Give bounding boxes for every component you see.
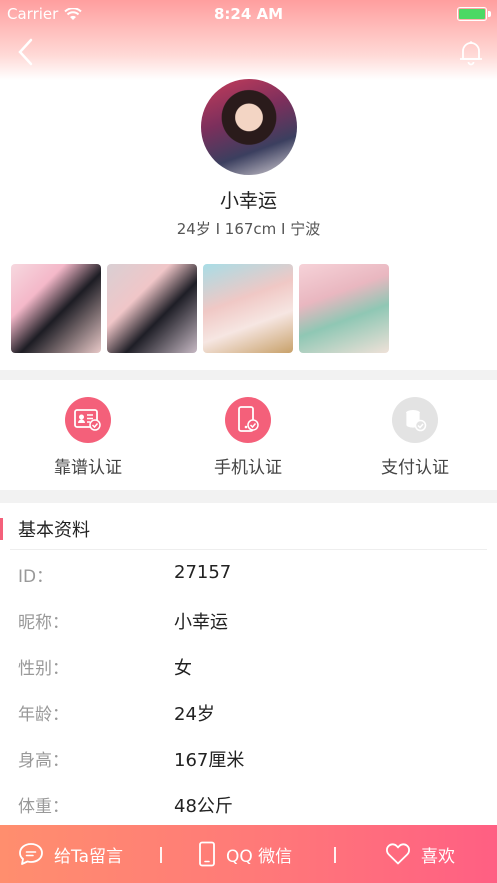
info-row-height: 身高： 167厘米 xyxy=(0,744,497,774)
info-value: 27157 xyxy=(174,562,232,583)
cert-label: 靠谱认证 xyxy=(54,458,122,478)
bell-icon xyxy=(460,41,482,66)
cert-reliable[interactable]: 靠谱认证 xyxy=(28,397,148,478)
gallery-photo[interactable] xyxy=(107,264,197,353)
avatar[interactable] xyxy=(201,79,297,175)
action-bar: 给Ta留言 QQ 微信 喜欢 xyxy=(0,825,497,883)
leave-message-button[interactable]: 给Ta留言 xyxy=(18,825,123,883)
cert-label: 手机认证 xyxy=(214,458,282,478)
certification-section: 靠谱认证 手机认证 支付认证 xyxy=(0,380,497,490)
info-label: 身高： xyxy=(18,751,69,771)
info-row-id: ID： 27157 xyxy=(0,560,497,590)
info-label: 年龄： xyxy=(18,705,69,725)
info-row-weight: 体重： 48公斤 xyxy=(0,790,497,820)
section-accent-bar xyxy=(0,518,3,540)
basic-info-section: 基本资料 ID： 27157 昵称： 小幸运 性别： 女 年龄： 24岁 身高：… xyxy=(0,503,497,833)
chevron-left-icon xyxy=(18,38,33,66)
coin-stack-check-icon xyxy=(392,397,438,443)
leave-message-label: 给Ta留言 xyxy=(54,846,123,867)
divider xyxy=(10,549,487,550)
phone-icon xyxy=(199,841,215,867)
separator xyxy=(160,847,162,863)
back-button[interactable] xyxy=(14,36,40,68)
cert-phone[interactable]: 手机认证 xyxy=(188,397,308,478)
info-value: 24岁 xyxy=(174,704,215,725)
photo-gallery xyxy=(11,264,389,353)
like-button[interactable]: 喜欢 xyxy=(385,825,455,883)
like-label: 喜欢 xyxy=(421,846,455,867)
info-label: 昵称： xyxy=(18,613,69,633)
qq-wechat-label: QQ 微信 xyxy=(226,846,293,867)
info-row-gender: 性别： 女 xyxy=(0,652,497,682)
info-value: 女 xyxy=(174,658,192,679)
profile-nickname: 小幸运 xyxy=(219,190,277,212)
info-label: 性别： xyxy=(18,659,69,679)
notification-button[interactable] xyxy=(457,38,485,66)
phone-check-icon xyxy=(225,397,271,443)
battery-icon xyxy=(457,7,491,21)
cert-payment[interactable]: 支付认证 xyxy=(355,397,475,478)
info-label: ID： xyxy=(18,567,54,587)
heart-icon xyxy=(386,843,410,865)
profile-meta: 24岁 I 167cm I 宁波 xyxy=(176,220,321,238)
id-card-check-icon xyxy=(65,397,111,443)
status-time: 8:24 AM xyxy=(213,5,284,23)
cert-label: 支付认证 xyxy=(381,458,449,478)
chat-bubble-icon xyxy=(19,843,43,865)
info-value: 小幸运 xyxy=(174,612,228,633)
info-row-nickname: 昵称： 小幸运 xyxy=(0,606,497,636)
separator xyxy=(334,847,336,863)
info-value: 48公斤 xyxy=(174,796,233,817)
info-label: 体重： xyxy=(18,797,69,817)
gallery-photo[interactable] xyxy=(299,264,389,353)
section-title: 基本资料 xyxy=(18,520,90,541)
status-bar: Carrier 8:24 AM xyxy=(0,0,497,28)
gallery-photo[interactable] xyxy=(203,264,293,353)
qq-wechat-button[interactable]: QQ 微信 xyxy=(198,825,292,883)
gallery-photo[interactable] xyxy=(11,264,101,353)
info-value: 167厘米 xyxy=(174,750,245,771)
info-row-age: 年龄： 24岁 xyxy=(0,698,497,728)
